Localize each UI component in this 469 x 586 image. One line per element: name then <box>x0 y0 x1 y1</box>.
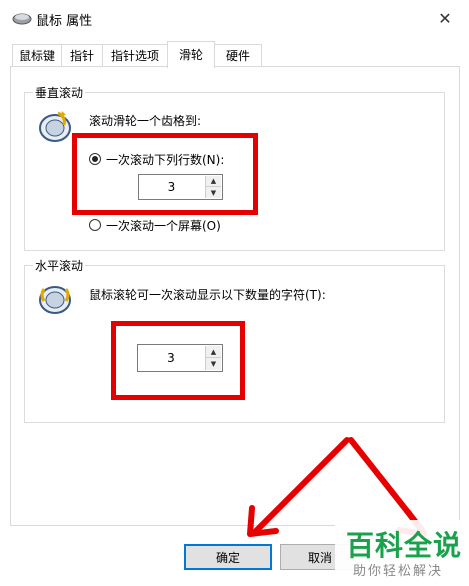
close-icon: ✕ <box>438 8 452 28</box>
wheel-icon <box>39 286 71 314</box>
watermark-title: 百科全说 <box>346 529 463 562</box>
vertical-description: 滚动滑轮一个齿格到: <box>89 114 202 128</box>
ok-button[interactable]: 确定 <box>184 544 272 570</box>
close-button[interactable]: ✕ <box>426 2 464 34</box>
highlight-box-chars <box>111 321 245 400</box>
tab-wheel[interactable]: 滑轮 <box>167 41 215 68</box>
horizontal-description: 鼠标滚轮可一次滚动显示以下数量的字符(T): <box>89 288 326 302</box>
tab-hardware[interactable]: 硬件 <box>214 44 262 67</box>
title-bar: 鼠标 属性 ✕ <box>0 0 469 36</box>
radio-screen-label: 一次滚动一个屏幕(O) <box>106 219 221 233</box>
wheel-icon <box>39 111 71 142</box>
mouse-icon <box>12 13 32 25</box>
window-title: 鼠标 属性 <box>36 14 93 29</box>
tab-label: 滑轮 <box>178 48 203 62</box>
vertical-group-title: 垂直滚动 <box>33 84 86 101</box>
horizontal-group-title: 水平滚动 <box>33 257 86 274</box>
cancel-label: 取消 <box>307 550 332 565</box>
tab-pointer-options[interactable]: 指针选项 <box>102 44 168 67</box>
tab-label: 硬件 <box>225 49 250 63</box>
tab-label: 指针选项 <box>110 49 159 63</box>
tab-label: 指针 <box>69 49 94 63</box>
radio-screen[interactable] <box>89 219 101 231</box>
highlight-box-lines <box>72 133 258 215</box>
watermark-subtitle: 助你轻松解决 <box>353 564 444 579</box>
tab-label: 鼠标键 <box>18 49 55 63</box>
ok-label: 确定 <box>215 550 240 565</box>
tab-mouse-buttons[interactable]: 鼠标键 <box>12 44 62 67</box>
tab-pointers[interactable]: 指针 <box>61 44 103 67</box>
